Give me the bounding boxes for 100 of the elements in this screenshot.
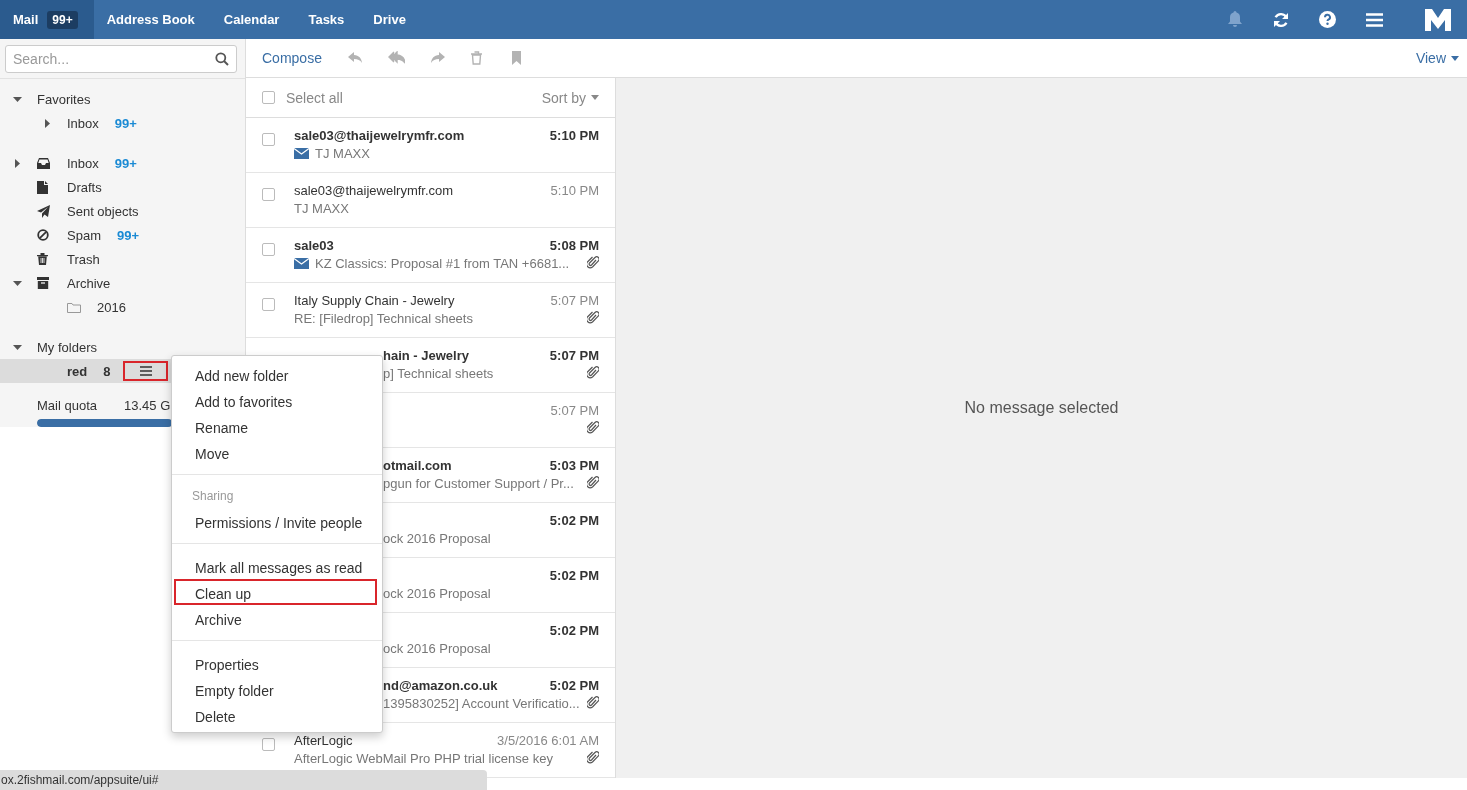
message-time: 5:07 PM xyxy=(550,292,599,308)
paperclip-icon xyxy=(587,364,599,379)
unread-count: 99+ xyxy=(114,115,137,131)
caret-down-icon xyxy=(591,95,599,100)
folder-label[interactable]: Trash xyxy=(67,251,100,267)
caret-down-icon xyxy=(1451,55,1459,61)
message-subject: RE: [Filedrop] Technical sheets xyxy=(294,310,473,326)
message-time: 5:07 PM xyxy=(549,347,599,363)
unread-count: 99+ xyxy=(116,227,140,243)
folder-label[interactable]: 2016 xyxy=(97,299,126,315)
caret-down-icon[interactable] xyxy=(13,278,22,288)
bell-icon[interactable] xyxy=(1227,11,1243,28)
checkbox[interactable] xyxy=(262,298,275,311)
message-sender: sale03@thaijewelrymfr.com xyxy=(294,182,454,198)
unread-count: 8 xyxy=(103,363,111,379)
folder-label[interactable]: Inbox xyxy=(67,155,99,171)
caret-right-icon[interactable] xyxy=(43,118,52,128)
app-tab[interactable]: Mail 99+ xyxy=(0,0,94,39)
checkbox[interactable] xyxy=(262,738,275,751)
message-time: 3/5/2016 6:01 AM xyxy=(497,732,599,748)
message-time: 5:10 PM xyxy=(550,182,599,198)
menu-item[interactable]: Add to favorites xyxy=(174,387,377,413)
section-label[interactable]: Favorites xyxy=(37,91,91,107)
quota-label: Mail quota xyxy=(37,398,97,413)
menu-section-header: Sharing xyxy=(191,488,235,505)
message-time: 5:07 PM xyxy=(550,402,599,418)
message-subject: 1395830252] Account Verificatio... xyxy=(383,695,580,711)
caret-down-icon[interactable] xyxy=(13,342,22,352)
folder-label[interactable]: Drafts xyxy=(67,179,102,195)
menu-item[interactable]: Properties xyxy=(174,650,377,676)
menu-item[interactable]: Delete xyxy=(174,702,377,728)
folder-label[interactable]: Archive xyxy=(67,275,111,291)
folder-label[interactable]: red xyxy=(67,363,88,379)
paperclip-icon xyxy=(587,254,599,269)
paperclip-icon xyxy=(587,749,599,764)
folder-menu-button[interactable] xyxy=(123,361,169,381)
folder-label[interactable]: Spam xyxy=(67,227,101,243)
message-subject: TJ MAXX xyxy=(294,200,349,216)
menu-item[interactable]: Permissions / Invite people xyxy=(174,508,377,534)
message-subject: p] Technical sheets xyxy=(383,365,494,381)
quota-value: 13.45 G xyxy=(124,398,171,413)
paperclip-icon xyxy=(587,474,599,489)
help-icon[interactable] xyxy=(1319,11,1336,28)
message-time: 5:08 PM xyxy=(549,237,599,253)
archive-box-icon xyxy=(37,277,49,289)
app-tab[interactable]: Address Book xyxy=(93,0,211,39)
menu-item[interactable]: Empty folder xyxy=(174,676,377,702)
menu-item[interactable]: Move xyxy=(174,439,377,465)
menu-icon xyxy=(139,366,152,376)
paper-plane-icon xyxy=(37,204,50,218)
menu-item[interactable]: Rename xyxy=(174,413,377,439)
caret-down-icon[interactable] xyxy=(13,94,22,104)
envelope-icon xyxy=(294,147,309,159)
message-subject: pgun for Customer Support / Pr... xyxy=(383,475,574,491)
folder-label[interactable]: Sent objects xyxy=(67,203,139,219)
message-sender: sale03 xyxy=(294,237,334,253)
envelope-icon xyxy=(294,257,309,269)
app-tab[interactable]: Calendar xyxy=(210,0,296,39)
menu-item[interactable]: Archive xyxy=(174,605,377,631)
folder-label[interactable]: Inbox xyxy=(67,115,99,131)
logo-icon[interactable] xyxy=(1425,8,1451,31)
trash-icon xyxy=(37,253,48,265)
message-subject: ock 2016 Proposal xyxy=(383,530,491,546)
search-field[interactable]: Search... xyxy=(5,44,237,73)
paperclip-icon xyxy=(587,419,599,434)
checkbox[interactable] xyxy=(262,133,275,146)
message-subject: KZ Classics: Proposal #1 from TAN +6681... xyxy=(315,255,570,271)
menu-item[interactable]: Add new folder xyxy=(174,361,377,387)
inbox-tray-icon xyxy=(37,157,50,169)
menu-item[interactable]: Clean up xyxy=(174,579,377,605)
ban-icon xyxy=(37,229,49,241)
caret-right-icon[interactable] xyxy=(13,158,22,168)
checkbox[interactable] xyxy=(262,188,275,201)
paperclip-icon xyxy=(587,309,599,324)
search-icon[interactable] xyxy=(215,51,229,66)
sort-dropdown[interactable]: Sort by xyxy=(541,89,599,106)
select-all-label[interactable]: Select all xyxy=(286,89,343,106)
compose-link[interactable]: Compose xyxy=(262,50,322,66)
message-time: 5:02 PM xyxy=(549,512,599,528)
message-sender: AfterLogic xyxy=(294,732,353,748)
message-time: 5:02 PM xyxy=(549,567,599,583)
empty-pane-message: No message selected xyxy=(964,399,1119,417)
document-icon xyxy=(37,180,48,194)
section-label[interactable]: My folders xyxy=(37,339,97,355)
message-subject: ock 2016 Proposal xyxy=(383,585,491,601)
app-tab[interactable]: Tasks xyxy=(295,0,361,39)
message-time: 5:03 PM xyxy=(549,457,599,473)
folder-icon xyxy=(67,301,81,313)
status-url: ox.2fishmail.com/appsuite/ui# xyxy=(0,773,159,787)
refresh-icon[interactable] xyxy=(1273,11,1289,28)
menu-icon[interactable] xyxy=(1366,12,1383,27)
checkbox[interactable] xyxy=(262,243,275,256)
menu-item[interactable]: Mark all messages as read xyxy=(174,553,377,579)
message-subject: AfterLogic WebMail Pro PHP trial license key xyxy=(294,750,553,766)
view-dropdown[interactable]: View xyxy=(1415,50,1459,66)
unread-count: 99+ xyxy=(114,155,137,171)
message-sender: otmail.com xyxy=(383,457,452,473)
checkbox[interactable] xyxy=(262,91,275,104)
app-tab[interactable]: Drive xyxy=(360,0,422,39)
message-time: 5:02 PM xyxy=(549,677,599,693)
